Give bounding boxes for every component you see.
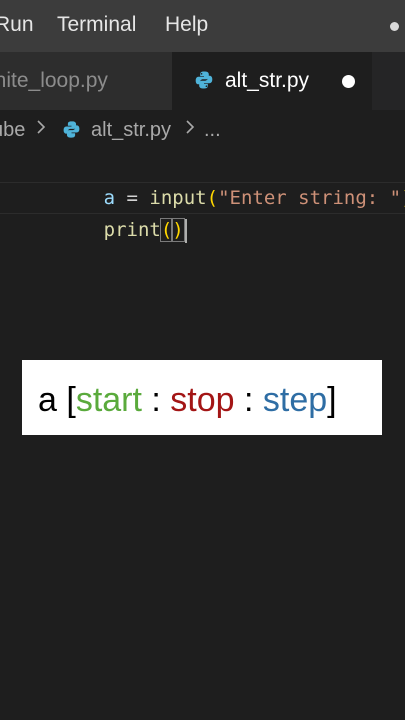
slice-syntax-overlay: a [start : stop : step] bbox=[22, 360, 382, 435]
breadcrumb-file[interactable]: alt_str.py bbox=[91, 119, 171, 142]
menu-terminal[interactable]: Terminal bbox=[57, 13, 136, 37]
chevron-right-icon bbox=[34, 117, 48, 143]
code-token: "Enter string: " bbox=[218, 187, 402, 209]
slice-separator: : bbox=[234, 381, 263, 419]
slice-start: start bbox=[75, 381, 142, 419]
menu-bar: Run Terminal Help bbox=[0, 0, 405, 52]
slice-stop: stop bbox=[170, 381, 235, 419]
slice-prefix: a [ bbox=[38, 381, 76, 419]
code-token: ( bbox=[159, 218, 174, 242]
unsaved-dot-icon[interactable] bbox=[342, 75, 355, 88]
code-token: ) bbox=[401, 187, 405, 209]
python-icon bbox=[62, 120, 81, 145]
tab-label: inite_loop.py bbox=[0, 69, 108, 92]
slice-step: step bbox=[262, 381, 328, 419]
code-token: ) bbox=[171, 218, 185, 242]
python-icon bbox=[194, 70, 214, 96]
code-token: ( bbox=[206, 187, 219, 209]
breadcrumb: ube alt_str.py ... bbox=[0, 110, 405, 150]
code-line-2[interactable]: print() bbox=[35, 182, 187, 243]
breadcrumb-more[interactable]: ... bbox=[204, 119, 221, 142]
tab-label: alt_str.py bbox=[225, 69, 310, 92]
menu-help[interactable]: Help bbox=[165, 13, 208, 37]
tab-bar: inite_loop.py alt_str.py bbox=[0, 52, 405, 110]
vscode-window: Run Terminal Help inite_loop.py alt_str.… bbox=[0, 0, 405, 720]
tab-infinite-loop[interactable]: inite_loop.py bbox=[0, 52, 172, 110]
chevron-right-icon bbox=[183, 117, 197, 143]
text-cursor bbox=[184, 218, 187, 243]
slice-separator: : bbox=[141, 381, 171, 419]
menu-run[interactable]: Run bbox=[0, 13, 34, 37]
slice-syntax-text: a [start : stop : step] bbox=[38, 380, 337, 420]
tab-bar-filler bbox=[372, 52, 405, 110]
tab-alt-str[interactable]: alt_str.py bbox=[172, 52, 372, 110]
notification-dot-icon bbox=[390, 22, 399, 31]
code-line-1[interactable]: a = input("Enter string: ") bbox=[35, 150, 405, 209]
breadcrumb-folder[interactable]: ube bbox=[0, 119, 25, 142]
code-token: print bbox=[103, 219, 161, 241]
code-editor[interactable]: a = input("Enter string: ") print() bbox=[0, 150, 405, 243]
slice-suffix: ] bbox=[327, 381, 337, 419]
